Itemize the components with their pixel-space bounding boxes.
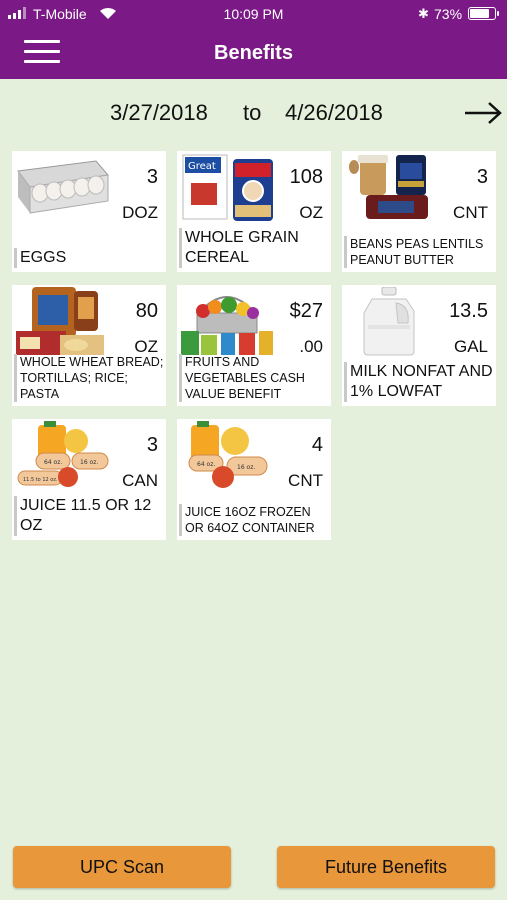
eggs-carton-image <box>17 160 109 214</box>
benefit-quantity: $27 <box>289 300 323 322</box>
benefit-name: JUICE 16OZ FROZEN OR 64OZ CONTAINER <box>179 504 329 536</box>
benefit-card-juice-containers[interactable]: 64 oz. 16 oz. 4 CNT JUICE 16OZ FROZEN OR… <box>177 419 331 540</box>
clock: 10:09 PM <box>223 6 284 22</box>
bread-grains-image <box>16 287 104 355</box>
benefit-name: BEANS PEAS LENTILS PEANUT BUTTER <box>344 236 494 268</box>
benefit-card-produce[interactable]: $27 .00 FRUITS AND VEGETABLES CASH VALUE… <box>177 285 331 406</box>
juice-size-label: 16 oz. <box>237 464 255 471</box>
benefit-quantity: 80 <box>135 300 158 322</box>
benefit-card-eggs[interactable]: 3 DOZ EGGS <box>12 151 166 272</box>
benefit-name: EGGS <box>14 248 164 268</box>
benefit-quantity: 3 <box>146 166 158 188</box>
juice-containers-image: 64 oz. 16 oz. <box>188 421 268 488</box>
benefit-unit: CAN <box>122 471 158 490</box>
page-title: Benefits <box>214 42 293 64</box>
right-arrow-icon[interactable] <box>463 98 503 128</box>
benefit-name: FRUITS AND VEGETABLES CASH VALUE BENEFIT <box>179 354 329 402</box>
benefit-unit: DOZ <box>122 203 158 222</box>
upc-scan-button[interactable]: UPC Scan <box>13 846 231 888</box>
benefit-card-beans[interactable]: 3 CNT BEANS PEAS LENTILS PEANUT BUTTER <box>342 151 496 272</box>
benefit-unit: OZ <box>299 203 323 222</box>
benefit-unit: CNT <box>453 203 488 222</box>
period-separator: to <box>243 100 262 125</box>
beans-peanut-butter-image <box>349 155 428 219</box>
benefit-quantity: 3 <box>476 166 488 188</box>
benefit-name: WHOLE WHEAT BREAD; TORTILLAS; RICE; PAST… <box>14 354 164 402</box>
benefit-name: JUICE 11.5 OR 12 OZ <box>14 496 164 536</box>
fruit-vegetable-basket-image <box>181 296 273 355</box>
bluetooth-icon: ✱ <box>418 6 429 21</box>
battery-percent: 73% <box>434 6 463 22</box>
juice-size-label: 16 oz. <box>80 459 98 466</box>
benefit-name: WHOLE GRAIN CEREAL <box>179 228 329 268</box>
benefit-name: MILK NONFAT AND 1% LOWFAT <box>344 362 494 402</box>
cereal-boxes-image: Great <box>182 154 273 221</box>
benefit-quantity: 4 <box>311 434 323 456</box>
juice-size-label: 11.5 to 12 oz. <box>23 477 58 483</box>
benefit-unit: GAL <box>453 337 488 356</box>
benefit-quantity: 3 <box>146 434 158 456</box>
benefit-card-bread[interactable]: 80 OZ WHOLE WHEAT BREAD; TORTILLAS; RICE… <box>12 285 166 406</box>
juice-size-label: 64 oz. <box>197 461 215 468</box>
benefit-period: 3/27/2018 to 4/26/2018 <box>0 96 507 130</box>
period-end-date: 4/26/2018 <box>285 100 383 125</box>
juice-size-label: 64 oz. <box>44 459 62 466</box>
future-benefits-button[interactable]: Future Benefits <box>277 846 495 888</box>
header-bar: Benefits <box>0 28 507 79</box>
period-start-date: 3/27/2018 <box>110 100 208 125</box>
benefit-card-juice-cans[interactable]: 64 oz. 16 oz. 11.5 to 12 oz. 3 CAN JUICE… <box>12 419 166 540</box>
svg-text:Great: Great <box>188 161 216 172</box>
juice-cans-image: 64 oz. 16 oz. 11.5 to 12 oz. <box>17 421 109 487</box>
benefit-quantity: 13.5 <box>449 300 488 322</box>
benefit-card-milk[interactable]: 13.5 GAL MILK NONFAT AND 1% LOWFAT <box>342 285 496 406</box>
milk-jug-image <box>363 287 415 356</box>
status-bar: T-Mobile 10:09 PM ✱ 73% <box>0 0 507 28</box>
battery-icon <box>468 7 499 20</box>
benefit-quantity: 108 <box>289 166 323 188</box>
benefit-card-cereal[interactable]: Great 108 OZ WHOLE GRAIN CEREAL <box>177 151 331 272</box>
benefit-unit: CNT <box>288 471 323 490</box>
